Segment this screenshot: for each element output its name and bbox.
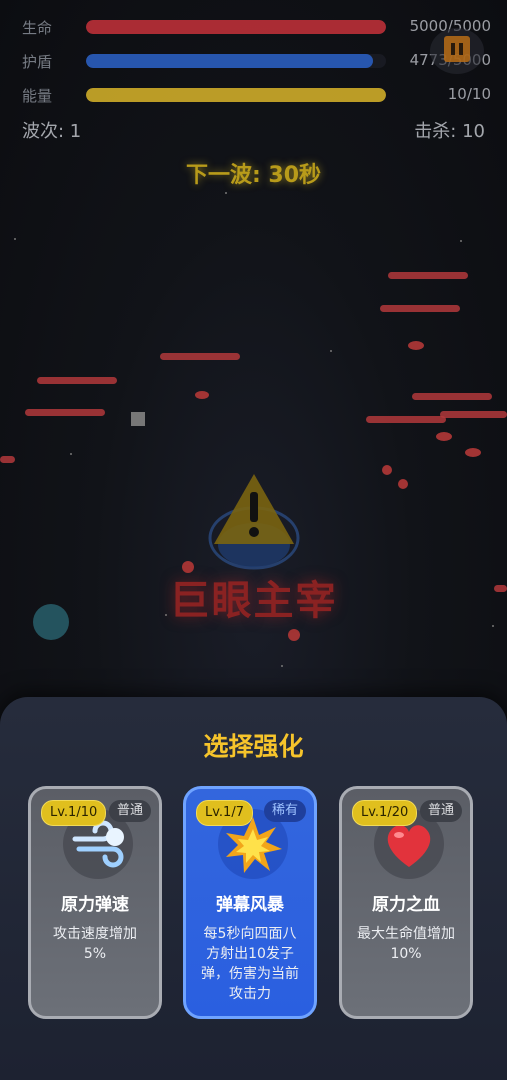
enemy <box>398 479 408 489</box>
upgrade-panel: 选择强化 Lv.1/10 普通 原力弹速 攻击速度增加5% Lv.1/7 稀有 … <box>0 697 507 1080</box>
shield-bar <box>86 54 386 68</box>
enemy <box>288 629 300 641</box>
enemy-health-bar <box>380 305 460 312</box>
enemy <box>382 465 392 475</box>
energy-bar-fill <box>86 88 386 102</box>
card-description: 每5秒向四面八方射出10发子弹，伤害为当前攻击力 <box>201 926 299 1002</box>
game-screen: 巨眼主宰 生命 5000/5000 护盾 4773/5000 能量 10/10 … <box>0 0 507 1080</box>
upgrade-card-bullet-speed[interactable]: Lv.1/10 普通 原力弹速 攻击速度增加5% <box>28 786 162 1019</box>
card-name: 原力弹速 <box>61 895 129 915</box>
enemy-health-bar <box>0 456 15 463</box>
enemy-health-bar <box>25 409 105 416</box>
energy-label: 能量 <box>22 87 53 105</box>
pause-button[interactable] <box>430 28 484 74</box>
star <box>225 192 227 194</box>
star <box>281 665 283 667</box>
hp-row: 生命 5000/5000 <box>0 15 507 39</box>
enemy-health-bar <box>388 272 468 279</box>
upgrade-card-force-blood[interactable]: Lv.1/20 普通 原力之血 最大生命值增加10% <box>339 786 473 1019</box>
card-rarity-badge: 普通 <box>419 800 462 822</box>
enemy <box>436 432 452 441</box>
hp-bar <box>86 20 386 34</box>
enemy-health-bar <box>412 393 492 400</box>
upgrade-card-bullet-storm[interactable]: Lv.1/7 稀有 弹幕风暴 每5秒向四面八方射出10发子弹，伤害为当前攻击力 <box>183 786 317 1019</box>
card-name: 弹幕风暴 <box>216 895 284 915</box>
star <box>70 453 72 455</box>
obstacle-block <box>131 412 145 426</box>
wave-counter: 波次: 1 <box>22 121 82 142</box>
energy-value: 10/10 <box>447 85 491 103</box>
enemy <box>465 448 481 457</box>
card-rarity-badge: 稀有 <box>263 800 306 822</box>
card-level-badge: Lv.1/20 <box>352 800 418 826</box>
enemy <box>195 391 209 399</box>
enemy-health-bar <box>37 377 117 384</box>
card-description: 攻击速度增加5% <box>53 926 137 962</box>
shield-bar-fill <box>86 54 373 68</box>
star <box>460 240 462 242</box>
card-description: 最大生命值增加10% <box>357 926 455 962</box>
enemy-health-bar <box>440 411 507 418</box>
hp-bar-fill <box>86 20 386 34</box>
hp-label: 生命 <box>22 19 53 37</box>
boss-warning-title: 巨眼主宰 <box>169 578 338 624</box>
card-level-badge: Lv.1/7 <box>196 800 253 826</box>
star <box>330 350 332 352</box>
enemy-health-bar <box>366 416 446 423</box>
card-rarity-badge: 普通 <box>108 800 151 822</box>
energy-row: 能量 10/10 <box>0 83 507 107</box>
panel-title: 选择强化 <box>203 732 304 761</box>
enemy-health-bar <box>160 353 240 360</box>
warning-triangle-icon <box>208 470 300 570</box>
kill-counter: 击杀: 10 <box>414 121 485 142</box>
energy-bar <box>86 88 386 102</box>
enemy <box>408 341 424 350</box>
shield-label: 护盾 <box>22 53 53 71</box>
next-wave-timer: 下一波: 30秒 <box>185 163 322 188</box>
star <box>14 238 16 240</box>
pause-icon <box>444 36 470 62</box>
card-level-badge: Lv.1/10 <box>41 800 107 826</box>
card-name: 原力之血 <box>372 895 440 915</box>
